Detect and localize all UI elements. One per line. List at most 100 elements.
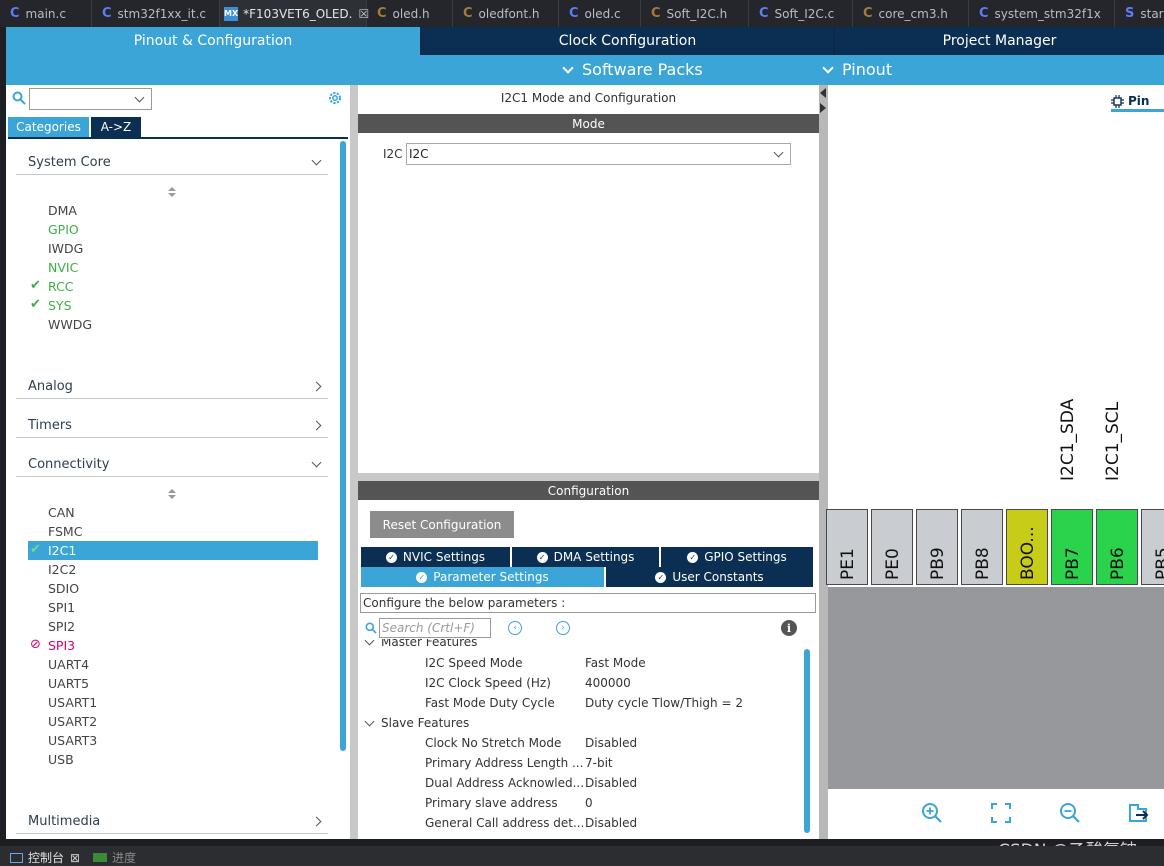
pin-pe1[interactable]: PE1	[826, 509, 868, 585]
zoom-in-icon[interactable]	[920, 801, 944, 825]
editor-tab-stm32f1xx-it-c[interactable]: Cstm32f1xx_it.c	[92, 0, 220, 27]
fit-to-screen-icon[interactable]	[989, 801, 1013, 825]
pin-pe0[interactable]: PE0	[871, 509, 913, 585]
panel-splitter[interactable]	[358, 473, 819, 481]
peripheral-item-usart2[interactable]: USART2	[28, 712, 318, 731]
tab-a-to-z[interactable]: A->Z	[91, 117, 141, 137]
tab-dma-settings[interactable]: ✓ DMA Settings	[512, 547, 659, 567]
group-system-core[interactable]: System Core	[16, 150, 328, 175]
peripheral-item-spi3[interactable]: ⊘ SPI3	[28, 636, 318, 655]
peripheral-item-usart3[interactable]: USART3	[28, 731, 318, 750]
peripheral-item-spi2[interactable]: SPI2	[28, 617, 318, 636]
editor-tab-core-cm3-h[interactable]: Ccore_cm3.h	[853, 0, 969, 27]
expand-icon[interactable]	[820, 103, 826, 113]
sort-icon[interactable]	[168, 187, 176, 199]
peripheral-item-spi1[interactable]: SPI1	[28, 598, 318, 617]
panel-splitter[interactable]	[350, 85, 358, 839]
editor-tab-ioc[interactable]: MX *F103VET6_OLED. ☒	[220, 0, 369, 27]
group-multimedia[interactable]: Multimedia	[16, 809, 328, 834]
pin-pb9[interactable]: PB9	[916, 509, 958, 585]
scrollbar[interactable]	[340, 141, 346, 751]
panel-splitter[interactable]	[819, 85, 828, 839]
tab-pinout-configuration[interactable]: Pinout & Configuration	[6, 27, 420, 55]
peripheral-item-usart1[interactable]: USART1	[28, 693, 318, 712]
editor-tab-oledfont-h[interactable]: Coledfont.h	[453, 0, 559, 27]
sort-icon[interactable]	[168, 489, 176, 501]
peripheral-item-sys[interactable]: ✔ SYS	[28, 296, 318, 315]
tab-parameter-settings[interactable]: ✓ Parameter Settings	[361, 567, 604, 587]
tab-project-manager[interactable]: Project Manager	[835, 27, 1164, 55]
editor-tab-oled-h[interactable]: Coled.h	[367, 0, 453, 27]
pin-pb7[interactable]: PB7	[1051, 509, 1093, 585]
editor-tab-startup[interactable]: Sstart	[1115, 0, 1164, 27]
parameter-row[interactable]: Primary slave address 0	[358, 793, 804, 813]
reset-configuration-button[interactable]: Reset Configuration	[370, 511, 514, 538]
zoom-out-icon[interactable]	[1058, 801, 1082, 825]
chevron-down-icon[interactable]	[134, 92, 145, 103]
tab-console[interactable]: 控制台 ⊠	[10, 849, 80, 866]
peripheral-item-i2c1[interactable]: ✔ I2C1	[28, 541, 318, 560]
parameter-row[interactable]: Clock No Stretch Mode Disabled	[358, 733, 804, 753]
parameter-row[interactable]: I2C Speed Mode Fast Mode	[358, 653, 804, 673]
parameter-value[interactable]: 0	[585, 796, 593, 810]
editor-tab-oled-c[interactable]: Coled.c	[559, 0, 641, 27]
pin-boo[interactable]: BOO...	[1006, 509, 1048, 585]
peripheral-item-usb[interactable]: USB	[28, 750, 318, 769]
export-icon[interactable]	[1126, 801, 1150, 825]
peripheral-item-uart5[interactable]: UART5	[28, 674, 318, 693]
parameter-value[interactable]: Disabled	[585, 736, 637, 750]
peripheral-item-gpio[interactable]: GPIO	[28, 220, 318, 239]
pinout-menu[interactable]: Pinout	[822, 60, 892, 79]
tab-categories[interactable]: Categories	[8, 117, 89, 137]
group-timers[interactable]: Timers	[16, 413, 328, 438]
collapse-icon[interactable]	[820, 88, 826, 98]
peripheral-item-wwdg[interactable]: WWDG	[28, 315, 318, 334]
parameter-row[interactable]: General Call address det... Disabled	[358, 813, 804, 833]
parameter-value[interactable]: Disabled	[585, 776, 637, 790]
editor-tab-system-stm32f1x[interactable]: Csystem_stm32f1x	[969, 0, 1115, 27]
parameter-row[interactable]: Primary Address Length ... 7-bit	[358, 753, 804, 773]
pin-pb8[interactable]: PB8	[961, 509, 1003, 585]
parameter-row[interactable]: Dual Address Acknowled... Disabled	[358, 773, 804, 793]
editor-tab-main-c[interactable]: Cmain.c	[0, 0, 92, 27]
section-master-features[interactable]: Master Features	[364, 639, 477, 652]
parameter-value[interactable]: 7-bit	[585, 756, 613, 770]
peripheral-item-nvic[interactable]: NVIC	[28, 258, 318, 277]
group-analog[interactable]: Analog	[16, 374, 328, 399]
pin-pb5[interactable]: PB5	[1141, 509, 1164, 585]
search-input[interactable]	[29, 88, 152, 110]
tab-progress[interactable]: 进度	[93, 849, 136, 866]
parameter-row[interactable]: I2C Clock Speed (Hz) 400000	[358, 673, 804, 693]
parameter-value[interactable]: Disabled	[585, 816, 637, 830]
pin-pb6[interactable]: PB6	[1096, 509, 1138, 585]
peripheral-item-i2c2[interactable]: I2C2	[28, 560, 318, 579]
parameter-value[interactable]: Duty cycle Tlow/Thigh = 2	[585, 696, 743, 710]
parameter-value[interactable]: 400000	[585, 676, 631, 690]
peripheral-item-fsmc[interactable]: FSMC	[28, 522, 318, 541]
parameter-search-input[interactable]: Search (Crtl+F)	[379, 618, 491, 638]
previous-icon[interactable]: ‹	[508, 621, 522, 635]
parameter-row[interactable]: Fast Mode Duty Cycle Duty cycle Tlow/Thig…	[358, 693, 804, 713]
tab-gpio-settings[interactable]: ✓ GPIO Settings	[661, 547, 813, 567]
peripheral-item-rcc[interactable]: ✔ RCC	[28, 277, 318, 296]
peripheral-item-uart4[interactable]: UART4	[28, 655, 318, 674]
tab-clock-configuration[interactable]: Clock Configuration	[422, 27, 833, 55]
parameter-value[interactable]: Fast Mode	[585, 656, 646, 670]
editor-tab-soft-i2c-c[interactable]: C Soft_I2C.c	[749, 0, 853, 27]
i2c-mode-select[interactable]: I2C	[406, 143, 791, 165]
peripheral-item-can[interactable]: CAN	[28, 503, 318, 522]
info-icon[interactable]: i	[781, 620, 797, 636]
peripheral-item-sdio[interactable]: SDIO	[28, 579, 318, 598]
scrollbar[interactable]	[804, 649, 810, 833]
tab-nvic-settings[interactable]: ✓ NVIC Settings	[361, 547, 510, 567]
software-packs-menu[interactable]: Software Packs	[562, 60, 703, 79]
editor-tab-soft-i2c-h[interactable]: C Soft_I2C.h	[641, 0, 749, 27]
next-icon[interactable]: ›	[556, 621, 570, 635]
close-icon[interactable]: ⊠	[70, 851, 80, 865]
peripheral-item-dma[interactable]: DMA	[28, 201, 318, 220]
peripheral-item-iwdg[interactable]: IWDG	[28, 239, 318, 258]
section-slave-features[interactable]: Slave Features	[364, 713, 469, 733]
tab-user-constants[interactable]: ✓ User Constants	[606, 567, 813, 587]
gear-icon[interactable]	[327, 90, 343, 106]
group-connectivity[interactable]: Connectivity	[16, 452, 328, 477]
